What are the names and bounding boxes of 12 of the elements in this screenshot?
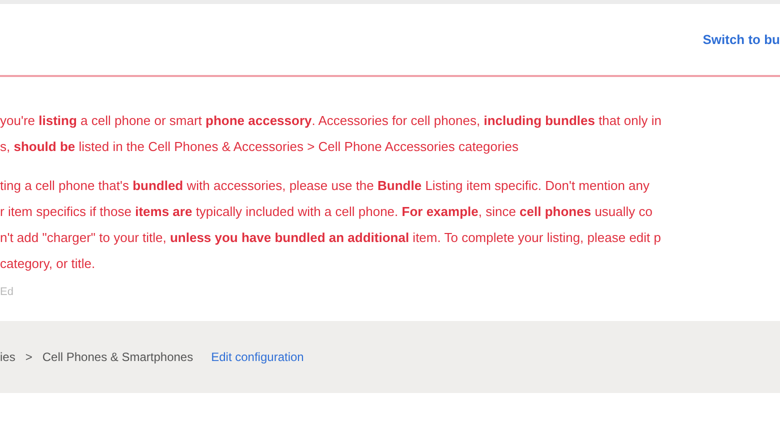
alert-text-line: category, or title. xyxy=(0,255,96,273)
alert-text-line: n't add "charger" to your title, unless you have bundled an additional item. To complete your listing, please edit p xyxy=(0,229,662,247)
switch-link[interactable]: Switch to bu xyxy=(702,30,780,50)
alert-text-line: r item specifics if those items are typically included with a cell phone. For example, since cell phones usually co xyxy=(0,203,654,221)
breadcrumb-separator: > xyxy=(25,348,32,366)
footnote-text: Ed xyxy=(0,285,14,300)
alert-text-line: you're listing a cell phone or smart phone accessory. Accessories for cell phones, including bundles that only in xyxy=(0,112,662,130)
alert-text-line: ting a cell phone that's bundled with accessories, please use the Bundle Listing item specific. Don't mention any xyxy=(0,177,650,195)
alert-text-line: s, should be listed in the Cell Phones & Accessories > Cell Phone Accessories categories xyxy=(0,138,520,156)
category-path: ies xyxy=(0,348,16,366)
category-name: Cell Phones & Smartphones xyxy=(42,348,194,366)
edit-configuration-link[interactable]: Edit configuration xyxy=(211,348,304,366)
